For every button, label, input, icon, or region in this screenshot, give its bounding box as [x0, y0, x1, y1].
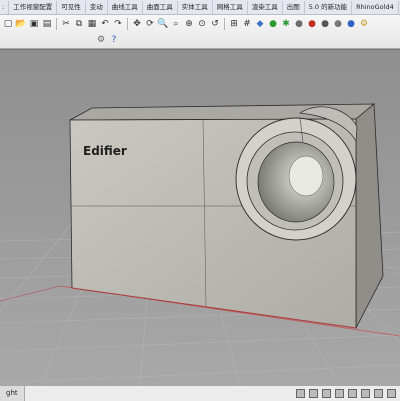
material-icon[interactable]: ●: [319, 18, 331, 30]
tab-render-tools[interactable]: 渲染工具: [248, 0, 283, 14]
viewport-tab[interactable]: ght: [0, 386, 25, 401]
paste-icon[interactable]: ▦: [86, 18, 98, 30]
four-viewports-icon[interactable]: ⊞: [228, 18, 240, 30]
zoom-extents-icon[interactable]: ⊕: [183, 18, 195, 30]
tab-surface-tools[interactable]: 曲面工具: [143, 0, 178, 14]
tab-curve-tools[interactable]: 曲线工具: [108, 0, 143, 14]
tab-drafting[interactable]: 出图: [283, 0, 305, 14]
cut-icon[interactable]: ✂: [60, 18, 72, 30]
rotate-view-icon[interactable]: ⟳: [144, 18, 156, 30]
print-icon[interactable]: ▤: [41, 18, 53, 30]
snap-midpoint-icon[interactable]: [335, 389, 344, 398]
driver-dust-cap: [288, 155, 324, 197]
zoom-selected-icon[interactable]: ⊙: [196, 18, 208, 30]
layer-icon[interactable]: ◆: [254, 18, 266, 30]
save-icon[interactable]: ▣: [28, 18, 40, 30]
tab-left-fragment[interactable]: :: [0, 0, 10, 14]
light-icon[interactable]: ●: [332, 18, 344, 30]
undo-icon[interactable]: ↶: [99, 18, 111, 30]
copy-icon[interactable]: ⧉: [73, 18, 85, 30]
toolbar-separator: [56, 17, 57, 30]
help-icon[interactable]: ?: [108, 34, 120, 46]
tab-transform[interactable]: 变动: [86, 0, 108, 14]
status-icon-group: [296, 389, 396, 398]
tab-rhinogold[interactable]: RhinoGold4: [352, 0, 399, 14]
viewport-tab-bar: ght: [0, 385, 400, 401]
snap-tangent-icon[interactable]: [387, 389, 396, 398]
snap-endpoint-icon[interactable]: [296, 389, 305, 398]
tab-workspace-layout[interactable]: 工作视窗配置: [9, 0, 58, 14]
render-sphere-icon[interactable]: ●: [306, 18, 318, 30]
tab-visibility[interactable]: 可见性: [57, 0, 86, 14]
snap-center-icon[interactable]: [348, 389, 357, 398]
snap-near-icon[interactable]: [309, 389, 318, 398]
ribbon-tabs: : 工作视窗配置 可见性 变动 曲线工具 曲面工具 实体工具 网格工具 渲染工具…: [0, 0, 400, 15]
snap-point-icon[interactable]: [322, 389, 331, 398]
new-file-icon[interactable]: ▢: [2, 18, 14, 30]
shaded-sphere-icon[interactable]: ●: [293, 18, 305, 30]
toolbar-separator: [127, 17, 128, 30]
undo-view-icon[interactable]: ↺: [209, 18, 221, 30]
options-icon[interactable]: ⚙: [358, 18, 370, 30]
toolbar-separator: [224, 17, 225, 30]
tab-solid-tools[interactable]: 实体工具: [178, 0, 213, 14]
zoom-icon[interactable]: 🔍: [157, 18, 169, 30]
standard-toolbar: ▢ 📂 ▣ ▤ ✂ ⧉ ▦ ↶ ↷ ✥ ⟳ 🔍 ⌕ ⊕ ⊙ ↺ ⊞ # ◆ ● …: [0, 15, 400, 49]
osnap-icon[interactable]: ✱: [280, 18, 292, 30]
zoom-window-icon[interactable]: ⌕: [170, 18, 182, 30]
tab-new-in-v5[interactable]: 5.0 的新功能: [305, 0, 353, 14]
brand-logo: Edifier: [83, 144, 127, 158]
viewport-canvas[interactable]: Edifier: [0, 50, 400, 385]
snap-intersection-icon[interactable]: [361, 389, 370, 398]
perspective-viewport[interactable]: Edifier: [0, 49, 400, 385]
properties-icon[interactable]: ●: [267, 18, 279, 30]
grid-icon[interactable]: #: [241, 18, 253, 30]
settings-icon[interactable]: ⚙: [95, 34, 107, 46]
lock-icon[interactable]: ●: [345, 18, 357, 30]
speaker-model[interactable]: Edifier: [69, 103, 384, 329]
toolbar-row-secondary: ⚙ ?: [95, 32, 120, 47]
open-icon[interactable]: 📂: [15, 18, 27, 30]
redo-icon[interactable]: ↷: [112, 18, 124, 30]
toolbar-row-main: ▢ 📂 ▣ ▤ ✂ ⧉ ▦ ↶ ↷ ✥ ⟳ 🔍 ⌕ ⊕ ⊙ ↺ ⊞ # ◆ ● …: [2, 16, 370, 31]
snap-perpendicular-icon[interactable]: [374, 389, 383, 398]
pan-icon[interactable]: ✥: [131, 18, 143, 30]
tab-mesh-tools[interactable]: 网格工具: [213, 0, 248, 14]
